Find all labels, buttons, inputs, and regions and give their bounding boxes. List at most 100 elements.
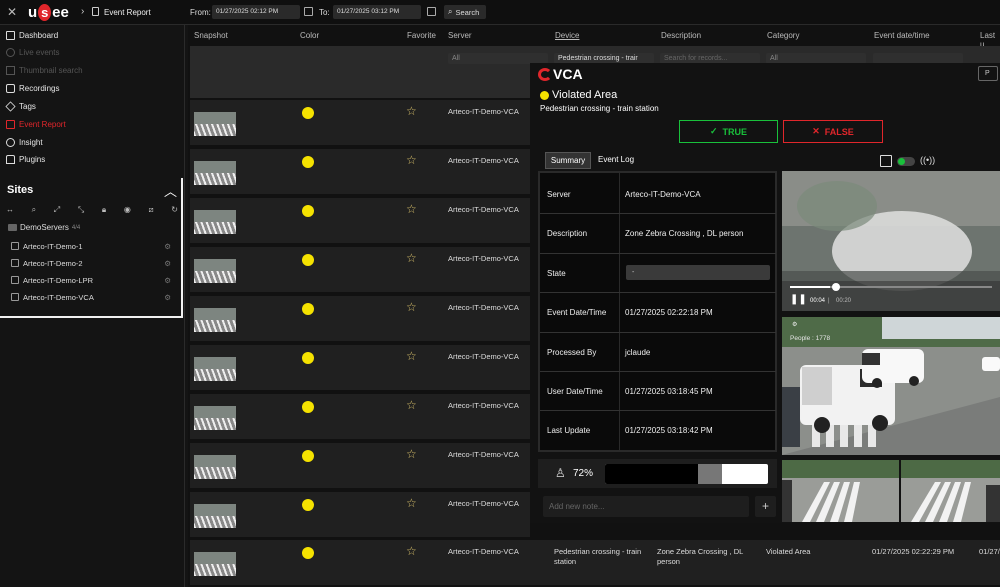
- settings-icon[interactable]: ⚙: [164, 242, 171, 251]
- site-server-item[interactable]: Arteco-IT-Demo-1 ⚙: [11, 240, 171, 252]
- filter-off-icon[interactable]: ⧄: [148, 205, 153, 215]
- favorite-star-icon[interactable]: ☆: [406, 349, 417, 363]
- site-server-item[interactable]: Arteco-IT-Demo-2 ⚙: [11, 257, 171, 269]
- expand-icon[interactable]: ⤢: [54, 205, 60, 215]
- column-header-server[interactable]: Server: [448, 31, 472, 40]
- video-scrubber-handle[interactable]: [832, 283, 840, 291]
- to-date-input[interactable]: 01/27/2025 03:12 PM: [333, 5, 421, 19]
- snapshot-thumbnail[interactable]: [194, 259, 236, 283]
- sidebar-item-insight[interactable]: Insight: [6, 138, 43, 147]
- summary-label: Processed By: [547, 347, 597, 357]
- close-icon[interactable]: ✕: [7, 5, 17, 19]
- column-header-description[interactable]: Description: [661, 31, 701, 40]
- calendar-icon[interactable]: [304, 7, 313, 16]
- snapshot-thumbnail[interactable]: [194, 308, 236, 332]
- pdf-export-button[interactable]: P: [978, 66, 998, 81]
- summary-label: Description: [547, 229, 588, 239]
- table-row[interactable]: ☆ Arteco-IT-Demo-VCA: [190, 296, 530, 341]
- refresh-icon[interactable]: ↻: [171, 205, 178, 215]
- favorite-star-icon[interactable]: ☆: [406, 251, 417, 265]
- search-button[interactable]: ⌕ Search: [444, 5, 486, 19]
- camera-settings-icon[interactable]: ⚙: [792, 321, 797, 328]
- snapshot-thumbnail[interactable]: [194, 504, 236, 528]
- favorite-star-icon[interactable]: ☆: [406, 447, 417, 461]
- site-server-item[interactable]: Arteco-IT-Demo-LPR ⚙: [11, 274, 171, 286]
- column-header-snapshot[interactable]: Snapshot: [194, 31, 228, 40]
- column-header-event-datetime[interactable]: Event date/time: [874, 31, 930, 40]
- site-server-item[interactable]: Arteco-IT-Demo-VCA ⚙: [11, 291, 171, 303]
- row-server: Arteco-IT-Demo-VCA: [448, 401, 519, 410]
- table-row[interactable]: ☆ Arteco-IT-Demo-VCA: [190, 345, 530, 390]
- favorite-star-icon[interactable]: ☆: [406, 300, 417, 314]
- tab-event-log[interactable]: Event Log: [593, 152, 639, 169]
- camera-thumbnail-1[interactable]: [782, 460, 899, 522]
- sidebar-item-thumbnail-search[interactable]: Thumbnail search: [6, 66, 83, 75]
- lock-icon[interactable]: 🔒︎: [102, 205, 106, 215]
- search-icon[interactable]: ⌕: [32, 205, 36, 215]
- folder-icon: [8, 224, 17, 231]
- from-date-input[interactable]: 01/27/2025 02:12 PM: [212, 5, 300, 19]
- column-header-device[interactable]: Device: [555, 31, 579, 40]
- sidebar-item-label: Thumbnail search: [19, 66, 83, 75]
- pause-icon[interactable]: ❚❚: [790, 294, 807, 305]
- table-row[interactable]: ☆ Arteco-IT-Demo-VCA: [190, 247, 530, 292]
- table-row[interactable]: ☆ Arteco-IT-Demo-VCA Pedestrian crossing…: [190, 540, 1000, 585]
- table-row[interactable]: ☆ Arteco-IT-Demo-VCA: [190, 492, 530, 537]
- sidebar-item-tags[interactable]: Tags: [5, 101, 36, 112]
- mark-true-button[interactable]: ✓ TRUE: [679, 120, 778, 143]
- collapse-all-icon[interactable]: ⤡: [78, 205, 84, 215]
- snapshot-thumbnail[interactable]: [194, 455, 236, 479]
- sidebar-item-recordings[interactable]: Recordings: [6, 84, 59, 93]
- camera-live-view[interactable]: ⚙ People : 1778: [782, 317, 1000, 455]
- table-row[interactable]: ☆ Arteco-IT-Demo-VCA: [190, 443, 530, 488]
- snapshot-thumbnail[interactable]: [194, 112, 236, 136]
- settings-icon[interactable]: ⚙: [164, 276, 171, 285]
- tab-summary[interactable]: Summary: [545, 152, 591, 169]
- column-header-color[interactable]: Color: [300, 31, 319, 40]
- add-note-button[interactable]: +: [755, 496, 776, 517]
- favorite-star-icon[interactable]: ☆: [406, 398, 417, 412]
- state-select[interactable]: -: [626, 265, 770, 280]
- eye-icon[interactable]: ◉: [124, 205, 131, 215]
- note-input[interactable]: Add new note...: [543, 496, 749, 517]
- favorite-star-icon[interactable]: ☆: [406, 104, 417, 118]
- sidebar-item-live-events[interactable]: Live events: [6, 48, 59, 57]
- sidebar-item-plugins[interactable]: Plugins: [6, 155, 45, 164]
- mark-false-button[interactable]: ✕ FALSE: [783, 120, 883, 143]
- video-progress-track[interactable]: [790, 286, 992, 288]
- favorite-star-icon[interactable]: ☆: [406, 544, 417, 558]
- collapse-icon[interactable]: ︿: [164, 181, 177, 200]
- sidebar-item-dashboard[interactable]: Dashboard: [6, 31, 58, 40]
- settings-icon[interactable]: ⚙: [164, 259, 171, 268]
- column-header-category[interactable]: Category: [767, 31, 799, 40]
- live-signal-icon[interactable]: ((•)): [920, 155, 935, 165]
- film-icon[interactable]: [880, 155, 892, 167]
- expand-horizontal-icon[interactable]: ↔: [6, 205, 14, 215]
- calendar-icon[interactable]: [427, 7, 436, 16]
- sites-toolbar: ↔ ⌕ ⤢ ⤡ 🔒︎ ◉ ⧄ ↻: [6, 205, 178, 215]
- favorite-star-icon[interactable]: ☆: [406, 496, 417, 510]
- sidebar-item-event-report[interactable]: Event Report: [6, 120, 66, 129]
- summary-row-divider: [540, 292, 776, 294]
- site-group-demoservers[interactable]: DemoServers 4/4: [8, 223, 80, 232]
- mark-false-label: FALSE: [824, 126, 854, 137]
- table-row[interactable]: ☆ Arteco-IT-Demo-VCA: [190, 198, 530, 243]
- video-toggle[interactable]: [897, 157, 915, 166]
- camera-thumbnail-2[interactable]: [901, 460, 1000, 522]
- snapshot-thumbnail[interactable]: [194, 357, 236, 381]
- snapshot-thumbnail[interactable]: [194, 161, 236, 185]
- video-progress-fill: [790, 286, 831, 288]
- video-total-time: 00:20: [836, 298, 852, 304]
- snapshot-thumbnail[interactable]: [194, 406, 236, 430]
- column-header-favorite[interactable]: Favorite: [407, 31, 436, 40]
- table-row[interactable]: ☆ Arteco-IT-Demo-VCA: [190, 149, 530, 194]
- snapshot-thumbnail[interactable]: [194, 210, 236, 234]
- row-server: Arteco-IT-Demo-VCA: [448, 352, 519, 361]
- favorite-star-icon[interactable]: ☆: [406, 202, 417, 216]
- snapshot-thumbnail[interactable]: [194, 552, 236, 576]
- event-video-player[interactable]: ❚❚ 00:04 | 00:20: [782, 171, 1000, 311]
- favorite-star-icon[interactable]: ☆: [406, 153, 417, 167]
- table-row[interactable]: ☆ Arteco-IT-Demo-VCA: [190, 100, 530, 145]
- table-row[interactable]: ☆ Arteco-IT-Demo-VCA: [190, 394, 530, 439]
- settings-icon[interactable]: ⚙: [164, 293, 171, 302]
